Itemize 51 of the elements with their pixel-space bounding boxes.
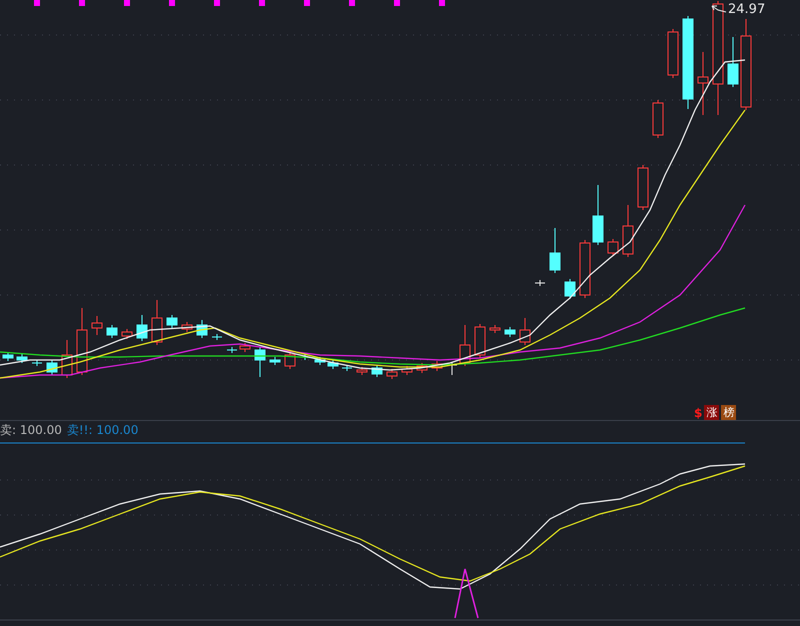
- candlestick: [314, 356, 326, 366]
- candlestick: [166, 314, 178, 328]
- candlestick: [328, 360, 338, 370]
- candlestick: [212, 334, 222, 340]
- candlestick: [698, 52, 708, 116]
- leader-line: [712, 6, 726, 12]
- candlestick: [386, 368, 398, 380]
- candlestick: [580, 240, 590, 298]
- candlestick: [76, 308, 88, 376]
- candlestick: [652, 100, 664, 138]
- candlestick: [534, 280, 546, 286]
- candlestick: [460, 324, 470, 366]
- price-label: 24.97: [728, 1, 766, 19]
- candlestick: [356, 366, 368, 376]
- candlestick: [106, 324, 118, 338]
- candlestick: [62, 340, 72, 378]
- candlestick: [152, 300, 162, 346]
- signal-spike: [454, 568, 479, 618]
- candlestick: [592, 184, 604, 246]
- candlestick: [342, 364, 352, 372]
- indicator-value: 卖!!: 100.00: [66, 422, 138, 438]
- signal-symbol: $: [694, 406, 702, 418]
- candlestick: [2, 352, 14, 362]
- candlestick: [622, 204, 634, 258]
- candlestick: [416, 362, 428, 374]
- candlestick: [226, 346, 238, 354]
- candlestick: [728, 36, 738, 88]
- badge-tile: 涨: [704, 405, 720, 420]
- candlestick: [92, 316, 102, 336]
- candlestick: [16, 354, 28, 364]
- candlestick: [668, 28, 678, 78]
- candlestick: [372, 364, 382, 378]
- candlestick: [182, 322, 192, 332]
- candlestick: [136, 314, 148, 342]
- candlestick: [32, 360, 42, 366]
- candlestick: [432, 360, 442, 372]
- candlestick: [254, 346, 266, 378]
- candlestick: [608, 238, 618, 256]
- candlestick: [196, 320, 208, 338]
- candlestick: [240, 342, 250, 352]
- candlestick: [638, 164, 648, 210]
- candlestick: [564, 278, 576, 300]
- indicator-value: 卖: 100.00: [0, 422, 62, 438]
- candlestick: [402, 366, 412, 376]
- candlestick: [520, 318, 530, 346]
- candlestick: [550, 228, 560, 274]
- badge-tile: 榜: [721, 405, 736, 420]
- candlestick: [474, 324, 486, 358]
- candlestick: [46, 360, 58, 376]
- candlestick: [122, 328, 132, 340]
- candlestick: [284, 352, 296, 370]
